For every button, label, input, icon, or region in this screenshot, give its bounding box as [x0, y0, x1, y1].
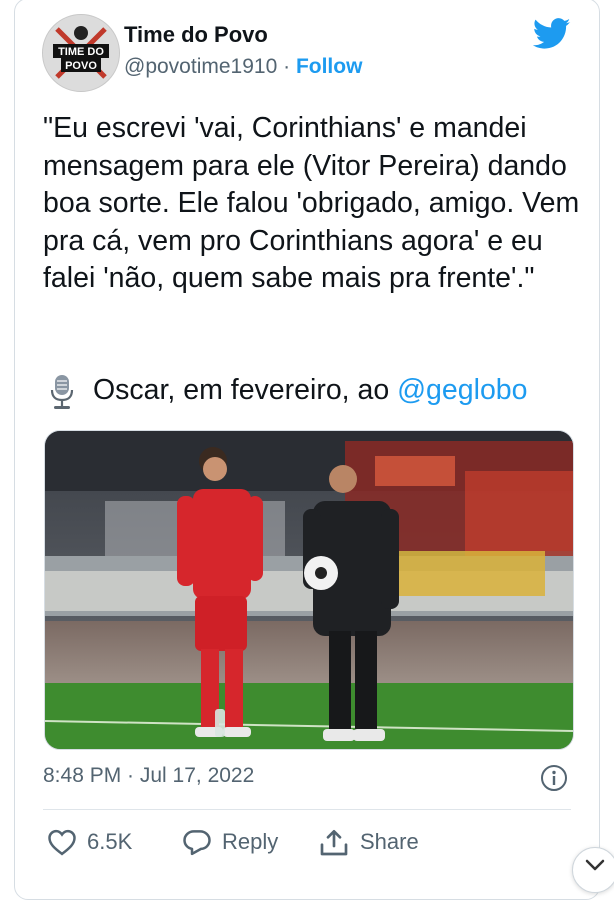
follow-button[interactable]: Follow — [296, 55, 363, 78]
reply-label: Reply — [222, 829, 279, 854]
action-bar: 6.5K Reply Share — [43, 825, 571, 859]
avatar-text-bottom: POVO — [65, 60, 97, 72]
share-icon — [320, 830, 348, 856]
like-count: 6.5K — [87, 829, 133, 854]
account-name[interactable]: Time do Povo — [124, 22, 268, 48]
source-prefix: Oscar, em fevereiro, ao — [93, 374, 398, 406]
source-line: Oscar, em fevereiro, ao @geglobo — [43, 370, 583, 410]
separator-dot: · — [283, 55, 291, 78]
mention-link[interactable]: @geglobo — [397, 374, 527, 406]
reply-button[interactable]: Reply — [182, 825, 278, 859]
chevron-down-icon — [585, 859, 605, 871]
info-icon[interactable] — [540, 764, 568, 792]
twitter-bird-icon[interactable] — [533, 18, 571, 50]
like-button[interactable]: 6.5K — [47, 825, 132, 859]
share-label: Share — [360, 829, 419, 854]
account-handle[interactable]: @povotime1910 — [124, 55, 277, 78]
heart-icon — [48, 829, 76, 856]
share-button[interactable]: Share — [318, 825, 419, 859]
reply-icon — [183, 830, 211, 856]
handle-row: @povotime1910 · Follow — [124, 55, 362, 79]
source-text: Oscar, em fevereiro, ao @geglobo — [93, 370, 528, 410]
avatar[interactable]: TIME DO POVO — [42, 14, 120, 92]
avatar-text-top: TIME DO — [58, 46, 104, 58]
tweet-timestamp[interactable]: 8:48 PM · Jul 17, 2022 — [43, 764, 254, 788]
scroll-down-button[interactable] — [572, 847, 614, 893]
microphone-icon — [50, 375, 74, 409]
photo-scene — [45, 431, 573, 749]
tweet-photo[interactable] — [44, 430, 574, 750]
divider — [43, 809, 571, 810]
tweet-text: "Eu escrevi 'vai, Corinthians' e mandei … — [43, 112, 580, 294]
